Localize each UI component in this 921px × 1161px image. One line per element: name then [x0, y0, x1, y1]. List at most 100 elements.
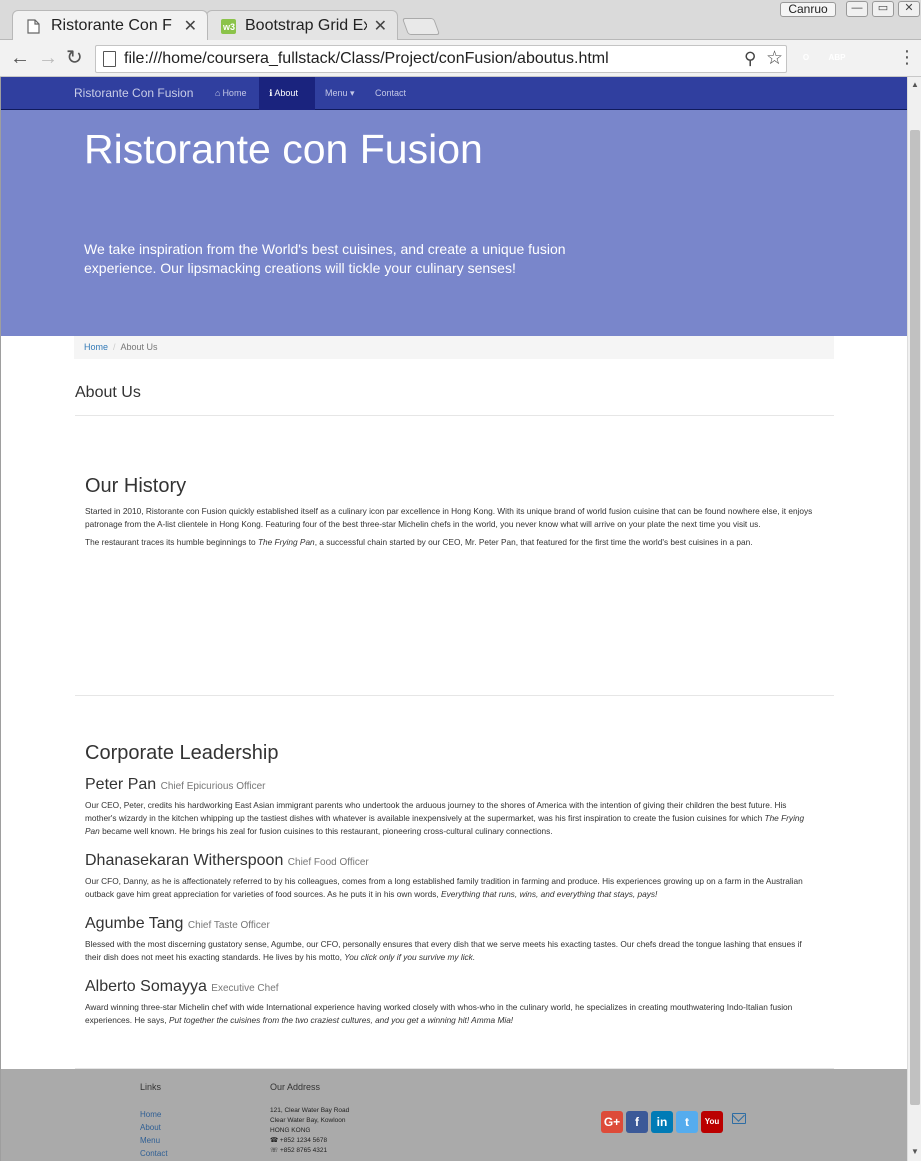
footer-link-menu[interactable]: Menu: [140, 1134, 168, 1147]
history-heading: Our History: [85, 475, 187, 497]
bookmark-star-icon[interactable]: ☆: [766, 47, 783, 70]
browser-chrome: Ristorante Con Fusi ✕ w3 Bootstrap Grid …: [0, 0, 921, 77]
adblock-icon[interactable]: ABP: [828, 49, 846, 67]
jumbotron-title: Ristorante con Fusion: [84, 126, 483, 172]
jumbotron: Ristorante con Fusion We take inspiratio…: [1, 110, 907, 336]
leader-title: Chief Epicurious Officer: [160, 781, 266, 792]
address-line: 121, Clear Water Bay Road: [270, 1107, 350, 1114]
tab-close-icon[interactable]: ✕: [374, 16, 387, 36]
text-span: , a successful chain started by our CEO,…: [314, 537, 753, 547]
nav-item-label: Contact: [375, 88, 407, 98]
tab-bootstrap-grid[interactable]: w3 Bootstrap Grid Exa ✕: [206, 10, 398, 40]
nav-item-about[interactable]: ℹ About: [259, 77, 315, 110]
nav-item-home[interactable]: ⌂ Home: [205, 77, 260, 110]
breadcrumb-separator: /: [113, 342, 116, 352]
youtube-icon[interactable]: You: [701, 1111, 723, 1133]
leader-name-text: Alberto Somayya: [85, 978, 207, 995]
leader-card: Dhanasekaran Witherspoon Chief Food Offi…: [85, 852, 820, 901]
leader-card: Agumbe Tang Chief Taste Officer Blessed …: [85, 915, 820, 964]
tab-ristorante[interactable]: Ristorante Con Fusi ✕: [12, 10, 208, 40]
leadership-heading: Corporate Leadership: [85, 742, 279, 764]
leader-bio: Our CFO, Danny, as he is affectionately …: [85, 875, 820, 901]
text-span: Our CEO, Peter, credits his hardworking …: [85, 800, 787, 823]
zoom-icon[interactable]: ⚲: [744, 49, 756, 69]
footer-address-heading: Our Address: [270, 1082, 321, 1092]
info-icon: ℹ: [269, 88, 273, 98]
nav-item-label: Home: [222, 88, 247, 98]
text-span: The restaurant traces its humble beginni…: [85, 537, 258, 547]
back-button[interactable]: ←: [10, 47, 30, 69]
leader-bio: Blessed with the most discerning gustato…: [85, 938, 820, 964]
w3schools-icon: w3: [221, 19, 236, 34]
footer-links: Home About Menu Contact: [140, 1108, 168, 1160]
footer-address: 121, Clear Water Bay Road Clear Water Ba…: [270, 1106, 349, 1156]
forward-button[interactable]: →: [38, 47, 58, 69]
divider: [75, 695, 834, 696]
google-plus-icon[interactable]: G+: [601, 1111, 623, 1133]
footer-link-contact[interactable]: Contact: [140, 1147, 168, 1160]
tab-strip: Ristorante Con Fusi ✕ w3 Bootstrap Grid …: [0, 0, 921, 40]
breadcrumb: Home / About Us: [74, 336, 834, 359]
linkedin-icon[interactable]: in: [651, 1111, 673, 1133]
scroll-down-arrow-icon[interactable]: ▼: [911, 1147, 919, 1156]
home-icon: ⌂: [215, 88, 221, 98]
browser-menu-icon[interactable]: ⋮: [898, 48, 916, 66]
tab-title: Bootstrap Grid Exa: [245, 17, 367, 34]
twitter-icon[interactable]: t: [676, 1111, 698, 1133]
italic-span: Everything that runs, wins, and everythi…: [441, 889, 658, 899]
italic-span: The Frying Pan: [257, 537, 315, 547]
text-span: became well known. He brings his zeal fo…: [99, 826, 553, 836]
italic-span: Put together the cuisines from the two c…: [168, 1015, 514, 1025]
address-bar[interactable]: file:///home/coursera_fullstack/Class/Pr…: [95, 45, 787, 73]
leader-name: Peter Pan Chief Epicurious Officer: [85, 776, 820, 794]
footer-link-home[interactable]: Home: [140, 1108, 168, 1121]
fax-icon: ☏: [270, 1147, 279, 1154]
site-footer: Links Home About Menu Contact Our Addres…: [1, 1069, 907, 1161]
ghost-extension-icon[interactable]: [861, 49, 879, 67]
jumbotron-text: We take inspiration from the World's bes…: [84, 241, 566, 276]
leader-title: Chief Food Officer: [287, 857, 369, 868]
mail-icon[interactable]: [732, 1113, 746, 1124]
fax-number: +852 8765 4321: [279, 1147, 328, 1154]
close-window-button[interactable]: ✕: [898, 1, 920, 17]
leader-name-text: Dhanasekaran Witherspoon: [85, 852, 284, 869]
scroll-up-arrow-icon[interactable]: ▲: [911, 80, 919, 89]
profile-button[interactable]: Canruo: [780, 2, 836, 17]
breadcrumb-home-link[interactable]: Home: [84, 342, 108, 352]
page-icon: [27, 19, 40, 34]
facebook-icon[interactable]: f: [626, 1111, 648, 1133]
vertical-scrollbar[interactable]: ▲ ▼: [907, 77, 921, 1161]
reload-button[interactable]: ↻: [66, 47, 83, 69]
leader-card: Alberto Somayya Executive Chef Award win…: [85, 978, 820, 1027]
leader-name-text: Agumbe Tang: [85, 915, 184, 932]
nav-item-menu[interactable]: Menu ▾: [315, 77, 365, 110]
tab-close-icon[interactable]: ✕: [184, 16, 197, 36]
new-tab-button[interactable]: [401, 18, 441, 35]
maximize-button[interactable]: ▭: [872, 1, 894, 17]
nav-item-contact[interactable]: Contact: [365, 77, 420, 110]
svg-text:w3: w3: [222, 22, 235, 32]
history-paragraph: Started in 2010, Ristorante con Fusion q…: [85, 506, 813, 529]
file-icon: [103, 51, 116, 67]
nav-item-label: Menu: [325, 88, 348, 98]
scrollbar-thumb[interactable]: [910, 130, 920, 1105]
page-viewport: Ristorante Con Fusion ⌂ Home ℹ About Menu …: [0, 77, 907, 1161]
leader-title: Chief Taste Officer: [187, 920, 270, 931]
opera-icon[interactable]: O: [797, 49, 815, 67]
fax-line: ☏ +852 8765 4321: [270, 1146, 349, 1156]
footer-link-about[interactable]: About: [140, 1121, 168, 1134]
leader-title: Executive Chef: [211, 983, 279, 994]
page-title: About Us: [75, 384, 141, 401]
phone-icon: ☎: [270, 1137, 279, 1144]
leader-name: Alberto Somayya Executive Chef: [85, 978, 820, 996]
url-text[interactable]: file:///home/coursera_fullstack/Class/Pr…: [124, 50, 609, 68]
history-text: Started in 2010, Ristorante con Fusion q…: [85, 505, 820, 554]
leader-bio: Our CEO, Peter, credits his hardworking …: [85, 799, 820, 838]
minimize-button[interactable]: —: [846, 1, 868, 17]
navbar-brand[interactable]: Ristorante Con Fusion: [74, 86, 193, 100]
leader-bio: Award winning three-star Michelin chef w…: [85, 1001, 820, 1027]
address-line: HONG KONG: [270, 1127, 311, 1134]
breadcrumb-current: About Us: [120, 342, 158, 352]
phone-line: ☎ +852 1234 5678: [270, 1136, 349, 1146]
caret-down-icon: ▾: [350, 88, 355, 98]
